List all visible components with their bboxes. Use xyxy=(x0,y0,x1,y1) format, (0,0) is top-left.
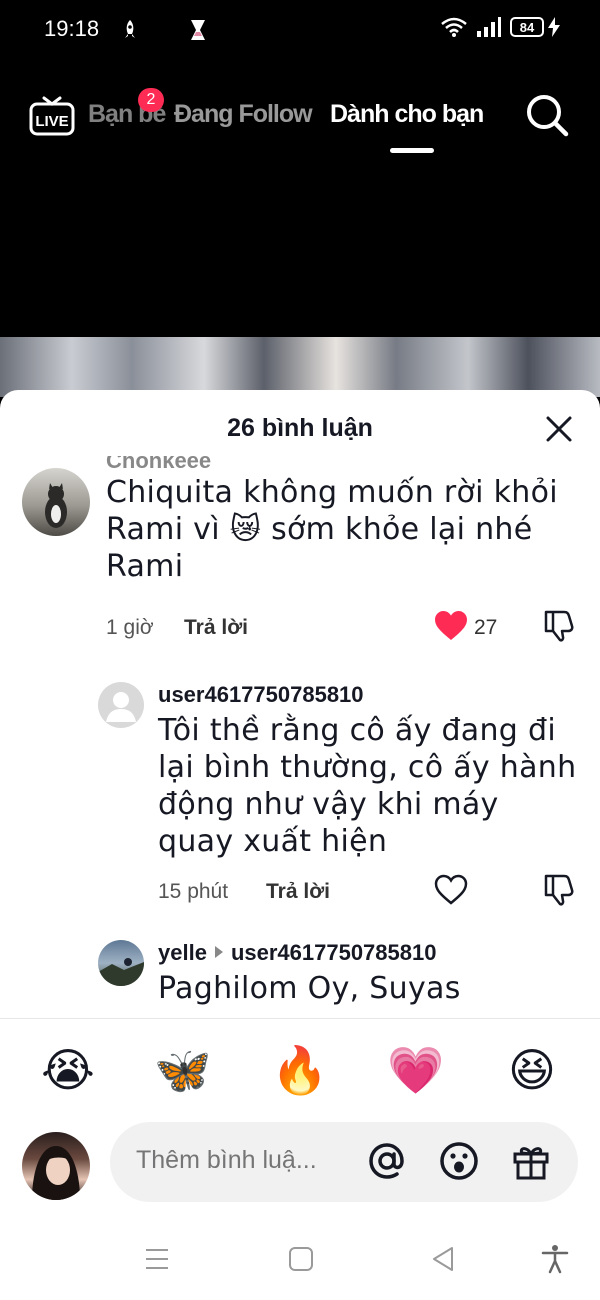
like-count: 27 xyxy=(474,616,498,639)
top-nav: LIVE Bạn bè 2 Đang Follow Dành cho bạn xyxy=(0,80,600,160)
heart-outline-icon[interactable] xyxy=(434,874,468,906)
landscape-photo-icon xyxy=(98,958,144,986)
mention-icon[interactable] xyxy=(366,1140,408,1182)
emoji-quick-bar: 😭 🦋 🔥 💗 😆 xyxy=(0,1040,600,1100)
cat-photo-icon xyxy=(45,483,67,528)
comment-text: Chiquita không muốn rời khỏi Rami vì 😿 s… xyxy=(106,475,558,584)
reply-text: Tôi thề rằng cô ấy đang đi lại bình thườ… xyxy=(158,713,577,859)
heart-filled-icon[interactable] xyxy=(434,610,468,642)
comment-composer xyxy=(110,1122,578,1202)
reply-time: 15 phút xyxy=(158,880,229,903)
battery-indicator: 84 xyxy=(510,17,560,37)
reply-author[interactable]: yelle xyxy=(158,940,207,965)
emoji-crying[interactable]: 😭 xyxy=(38,1040,98,1100)
hourglass-icon xyxy=(191,20,205,40)
system-navigation-bar xyxy=(0,1230,600,1290)
comments-count-title: 26 bình luận xyxy=(227,414,373,442)
home-icon[interactable] xyxy=(286,1244,316,1274)
charging-icon xyxy=(548,17,560,37)
default-avatar-icon xyxy=(106,692,136,722)
emoji-picker-icon[interactable] xyxy=(438,1140,480,1182)
status-time: 19:18 xyxy=(44,16,100,41)
reply-target[interactable]: user4617750785810 xyxy=(231,940,437,965)
reply-username[interactable]: user4617750785810 xyxy=(158,682,364,708)
accessibility-icon[interactable] xyxy=(540,1244,570,1274)
emoji-laughing[interactable]: 😆 xyxy=(502,1040,562,1100)
tab-for-you[interactable]: Dành cho bạn xyxy=(330,100,484,129)
reply-button[interactable]: Trả lời xyxy=(184,616,248,640)
close-icon[interactable] xyxy=(544,414,574,444)
avatar[interactable] xyxy=(22,468,90,536)
dislike-icon[interactable] xyxy=(542,872,576,906)
friends-badge: 2 xyxy=(138,88,164,112)
gift-icon[interactable] xyxy=(510,1140,552,1182)
reply-button[interactable]: Trả lời xyxy=(266,880,330,904)
status-bar: 19:18 84 xyxy=(0,0,600,60)
battery-level: 84 xyxy=(510,17,544,37)
search-icon[interactable] xyxy=(524,92,570,138)
emoji-fire[interactable]: 🔥 xyxy=(270,1040,330,1100)
comment-username[interactable]: Chonkeee xyxy=(106,456,211,474)
avatar[interactable] xyxy=(98,940,144,986)
back-icon[interactable] xyxy=(428,1244,458,1274)
avatar[interactable] xyxy=(98,682,144,728)
reply-to-arrow-icon xyxy=(214,946,223,958)
comment-time: 1 giờ xyxy=(106,616,154,639)
current-user-avatar[interactable] xyxy=(22,1132,90,1200)
emoji-heart[interactable]: 💗 xyxy=(386,1040,446,1100)
menu-icon[interactable] xyxy=(142,1244,172,1274)
live-icon[interactable]: LIVE xyxy=(28,90,76,138)
rocket-icon xyxy=(125,20,135,38)
divider xyxy=(0,1018,600,1019)
reply-text: Paghilom Oy, Suyas xyxy=(158,971,461,1006)
signal-icon xyxy=(477,17,501,37)
video-preview[interactable] xyxy=(0,337,600,397)
emoji-butterfly[interactable]: 🦋 xyxy=(153,1040,213,1100)
live-label: LIVE xyxy=(35,113,68,130)
dislike-icon[interactable] xyxy=(542,608,576,642)
comment-input[interactable] xyxy=(136,1146,336,1175)
comments-sheet: 26 bình luận Chonkeee Chiquita không muố… xyxy=(0,390,600,1300)
wifi-icon xyxy=(441,17,467,37)
user-photo-icon xyxy=(32,1146,80,1200)
reply-username[interactable]: yelle user4617750785810 xyxy=(158,940,436,966)
active-tab-indicator xyxy=(390,148,434,153)
comments-list[interactable]: Chonkeee Chiquita không muốn rời khỏi Ra… xyxy=(0,456,600,1016)
tab-following[interactable]: Đang Follow xyxy=(174,100,313,129)
